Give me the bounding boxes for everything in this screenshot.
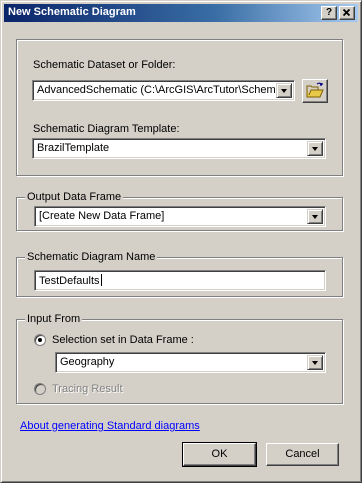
template-label: Schematic Diagram Template: <box>33 123 180 135</box>
title-bar[interactable]: New Schematic Diagram ? <box>4 4 358 22</box>
dataset-label: Schematic Dataset or Folder: <box>33 59 176 71</box>
chevron-down-icon <box>281 89 287 93</box>
chevron-down-icon <box>312 147 318 151</box>
dataset-value: AdvancedSchematic (C:\ArcGIS\ArcTutor\Sc… <box>37 84 285 96</box>
open-folder-icon <box>306 82 324 98</box>
dataset-combo[interactable]: AdvancedSchematic (C:\ArcGIS\ArcTutor\Sc… <box>32 80 295 101</box>
dataset-group: Schematic Dataset or Folder: AdvancedSch… <box>16 39 343 176</box>
selection-frame-dropdown-button[interactable] <box>307 355 323 370</box>
output-frame-group: Output Data Frame [Create New Data Frame… <box>16 191 343 231</box>
help-icon: ? <box>325 7 333 18</box>
template-value: BrazilTemplate <box>37 142 110 154</box>
diagram-name-legend: Schematic Diagram Name <box>25 251 158 264</box>
close-icon <box>342 8 351 17</box>
selection-set-label[interactable]: Selection set in Data Frame : <box>52 334 194 347</box>
chevron-down-icon <box>312 215 318 219</box>
template-dropdown-button[interactable] <box>307 141 323 156</box>
ok-label: OK <box>211 448 228 460</box>
diagram-name-input[interactable]: TestDefaults <box>34 270 326 291</box>
diagram-name-value: TestDefaults <box>39 275 100 287</box>
output-frame-dropdown-button[interactable] <box>307 209 323 224</box>
ok-button[interactable]: OK <box>182 442 257 467</box>
browse-folder-button[interactable] <box>302 79 328 103</box>
tracing-result-label: Tracing Result <box>52 383 123 395</box>
selection-frame-combo[interactable]: Geography <box>55 352 326 373</box>
input-from-group: Input From Selection set in Data Frame :… <box>16 313 343 404</box>
tracing-result-radio <box>34 383 46 395</box>
output-frame-legend: Output Data Frame <box>25 191 124 204</box>
radio-selected-dot <box>38 338 42 342</box>
template-combo[interactable]: BrazilTemplate <box>32 138 326 159</box>
chevron-down-icon <box>312 361 318 365</box>
cancel-label: Cancel <box>285 448 320 460</box>
selection-frame-value: Geography <box>60 356 115 368</box>
new-schematic-diagram-dialog: New Schematic Diagram ? Schematic Datase… <box>0 0 362 483</box>
help-link[interactable]: About generating Standard diagrams <box>20 420 200 433</box>
cancel-button[interactable]: Cancel <box>266 443 339 466</box>
close-button[interactable] <box>339 6 355 20</box>
output-frame-value: [Create New Data Frame] <box>39 210 165 222</box>
dataset-dropdown-button[interactable] <box>276 83 292 98</box>
text-caret <box>100 274 102 286</box>
dialog-title: New Schematic Diagram <box>8 6 136 18</box>
input-from-legend: Input From <box>25 313 83 326</box>
output-frame-combo[interactable]: [Create New Data Frame] <box>34 206 326 227</box>
selection-set-radio[interactable] <box>34 334 46 346</box>
diagram-name-group: Schematic Diagram Name TestDefaults <box>16 251 343 297</box>
help-button[interactable]: ? <box>321 6 337 20</box>
